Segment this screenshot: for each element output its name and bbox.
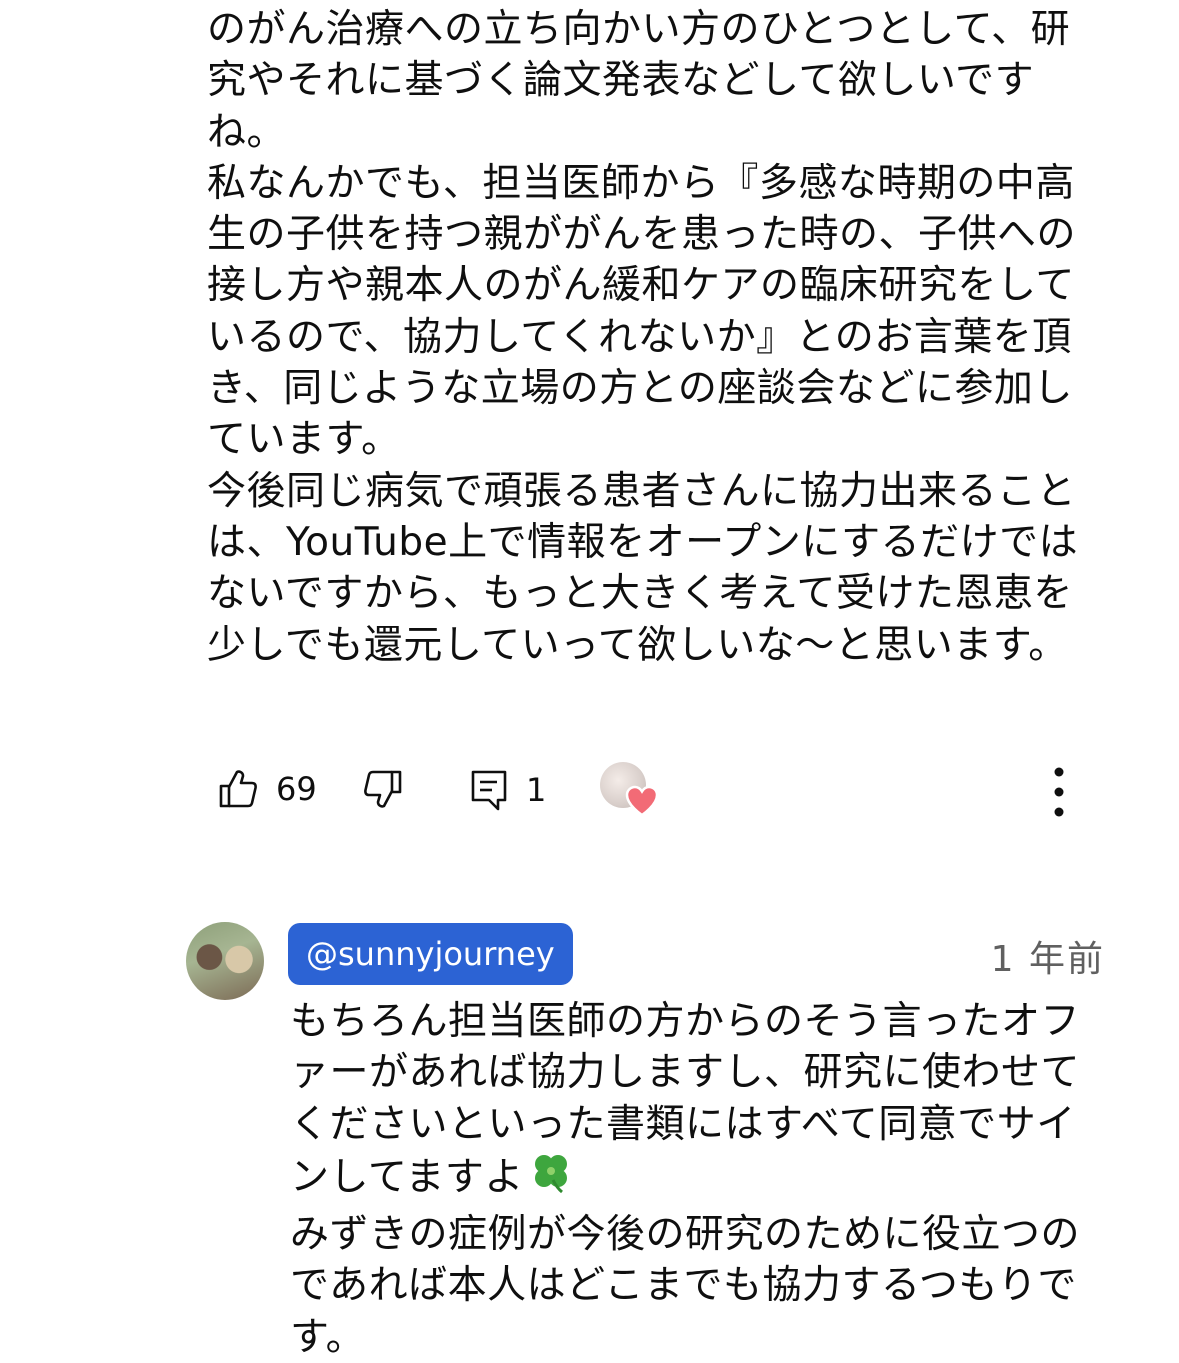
- comment-paragraph: のがん治療への立ち向かい方のひとつとして、研究やそれに基づく論文発表などして欲し…: [207, 7, 1071, 155]
- avatar[interactable]: [186, 922, 264, 1000]
- heart-icon: [624, 784, 660, 818]
- reply-paragraph: もちろん担当医師の方からのそう言ったオファーがあれば協力しますし、研究に使わせて…: [290, 996, 1110, 1209]
- reply-count: 1: [526, 771, 547, 809]
- comment-text: のがん治療への立ち向かい方のひとつとして、研究やそれに基づく論文発表などして欲し…: [207, 4, 1107, 671]
- reply-text: もちろん担当医師の方からのそう言ったオファーがあれば協力しますし、研究に使わせて…: [290, 996, 1110, 1363]
- creator-heart-badge: [598, 760, 662, 824]
- like-button[interactable]: 69: [218, 768, 317, 810]
- comment-action-bar: 69 1: [0, 760, 1179, 824]
- author-name-chip[interactable]: @sunnyjourney: [288, 923, 573, 985]
- reply-paragraph: みずきの症例が今後の研究のために役立つのであれば本人はどこまでも協力するつもりで…: [290, 1212, 1081, 1360]
- reply-button[interactable]: 1: [470, 768, 546, 812]
- comment-paragraph: 今後同じ病気で頑張る患者さんに協力出来ることは、YouTube上で情報をオープン…: [207, 468, 1079, 668]
- thumbs-down-icon: [363, 768, 403, 810]
- reply-paragraph-text: もちろん担当医師の方からのそう言ったオファーがあれば協力しますし、研究に使わせて…: [290, 999, 1081, 1200]
- more-vertical-icon: [1048, 764, 1070, 820]
- comment-icon: [470, 768, 508, 812]
- thumbs-up-icon: [218, 768, 258, 810]
- more-options-button[interactable]: [1048, 764, 1070, 820]
- dislike-button[interactable]: [363, 768, 403, 810]
- reply-timestamp: 1 年前: [990, 939, 1105, 980]
- comment-paragraph: 私なんかでも、担当医師から『多感な時期の中高生の子供を持つ親ががんを患った時の、…: [207, 160, 1077, 463]
- four-leaf-clover-icon: [528, 1150, 574, 1209]
- like-count: 69: [276, 770, 317, 808]
